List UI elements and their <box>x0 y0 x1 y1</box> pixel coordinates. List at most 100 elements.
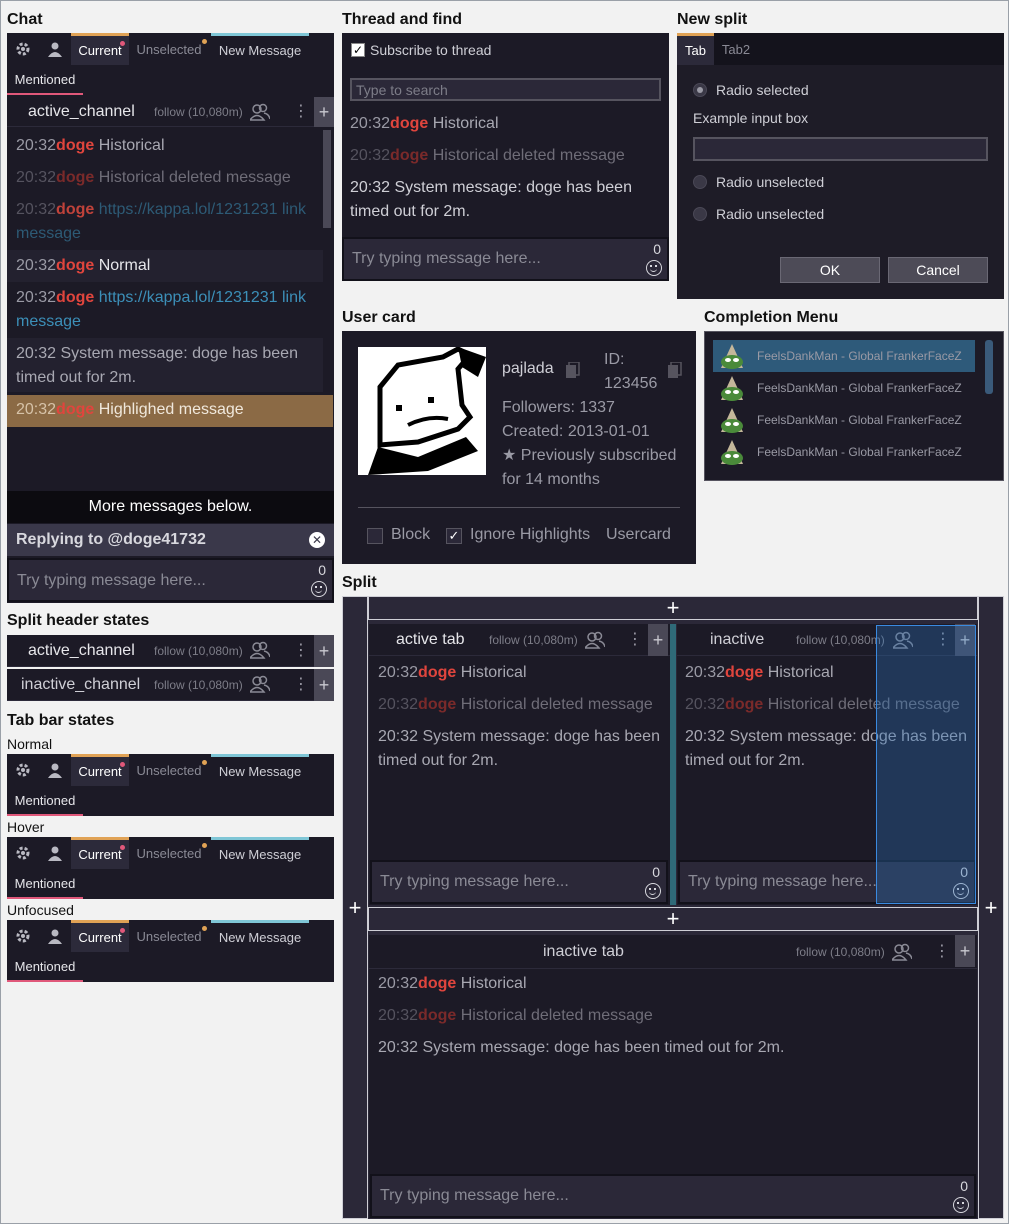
split-input[interactable]: Try typing message here... 0 <box>370 1174 976 1218</box>
add-split-button[interactable]: + <box>955 935 975 967</box>
user-icon[interactable] <box>39 754 71 786</box>
completion-item[interactable]: FeelsDankMan - Global FrankerFaceZ <box>713 340 975 372</box>
add-split-middle[interactable]: + <box>368 906 978 931</box>
tab-new-message[interactable]: New Message <box>211 33 309 65</box>
user-icon[interactable] <box>39 837 71 869</box>
example-input[interactable] <box>693 137 988 161</box>
block-checkbox[interactable] <box>367 528 383 544</box>
unread-dot <box>202 39 207 44</box>
thread-search-input[interactable]: Type to search <box>350 78 661 101</box>
moderators-icon[interactable] <box>248 675 271 698</box>
moderators-icon[interactable] <box>583 631 606 654</box>
tab-unselected[interactable]: Unselected <box>131 754 207 786</box>
channel-name[interactable]: active_channel <box>28 103 135 121</box>
channel-name[interactable]: inactive_channel <box>21 676 140 694</box>
tab-mentioned[interactable]: Mentioned <box>7 869 83 899</box>
tab-mentioned[interactable]: Mentioned <box>7 65 83 95</box>
user-stats: Followers: 1337 Created: 2013-01-01 ★ Pr… <box>502 396 676 492</box>
scrollbar-thumb[interactable] <box>323 130 331 228</box>
tab-current[interactable]: Current <box>71 33 129 65</box>
tab-new-message[interactable]: New Message <box>211 837 309 869</box>
thread-section-title: Thread and find <box>342 11 462 28</box>
ignore-highlights-checkbox[interactable]: ✓ <box>446 528 462 544</box>
subscribe-checkbox[interactable]: ✓ <box>351 43 365 57</box>
user-card-section-title: User card <box>342 309 416 326</box>
more-options-icon[interactable]: ⋮ <box>934 941 950 961</box>
radio-selected[interactable] <box>693 83 707 97</box>
message-link-historical: 20:32doge https://kappa.lol/1231231 link… <box>16 201 306 242</box>
usercard-link[interactable]: Usercard <box>606 526 671 544</box>
input-placeholder: Try typing message here... <box>17 572 206 589</box>
channel-name[interactable]: active tab <box>396 631 464 649</box>
emoji-icon[interactable] <box>645 883 661 899</box>
user-icon[interactable] <box>39 920 71 952</box>
add-split-button[interactable]: + <box>314 635 334 667</box>
tab-current[interactable]: Current <box>71 754 129 786</box>
tab-current[interactable]: Current <box>71 837 129 869</box>
radio-unselected[interactable] <box>693 207 707 221</box>
radio-unselected[interactable] <box>693 175 707 189</box>
tab-current[interactable]: Current <box>71 920 129 952</box>
tab-unselected[interactable]: Unselected <box>131 33 207 65</box>
tab-new-message[interactable]: New Message <box>211 920 309 952</box>
gear-icon[interactable] <box>7 837 39 869</box>
tab-mentioned[interactable]: Mentioned <box>7 786 83 816</box>
link[interactable]: https://kappa.lol/1231231 <box>99 201 278 218</box>
user-icon[interactable] <box>39 33 71 65</box>
gear-icon[interactable] <box>7 920 39 952</box>
close-icon[interactable]: ✕ <box>309 532 325 548</box>
radio-unselected-label: Radio unselected <box>716 206 825 222</box>
more-messages-below[interactable]: More messages below. <box>7 491 334 523</box>
avatar[interactable] <box>358 347 486 475</box>
emoji-icon[interactable] <box>646 260 662 276</box>
copy-icon[interactable] <box>668 361 682 383</box>
copy-icon[interactable] <box>566 361 580 383</box>
completion-item[interactable]: FeelsDankMan - Global FrankerFaceZ <box>713 436 975 468</box>
add-split-left[interactable]: + <box>342 596 368 1219</box>
gear-icon[interactable] <box>7 754 39 786</box>
add-split-button[interactable]: + <box>314 669 334 701</box>
more-options-icon[interactable]: ⋮ <box>293 640 309 660</box>
tab-unselected[interactable]: Unselected <box>131 920 207 952</box>
user-name[interactable]: pajlada <box>502 360 554 378</box>
more-options-icon[interactable]: ⋮ <box>293 674 309 694</box>
ok-button[interactable]: OK <box>780 257 880 283</box>
subscription-status: ★ Previously subscribed <box>502 447 677 464</box>
gear-icon[interactable] <box>7 33 39 65</box>
scrollbar-thumb[interactable] <box>985 340 993 394</box>
add-split-button[interactable]: + <box>314 97 334 127</box>
add-split-top[interactable]: + <box>368 595 978 620</box>
tab-new-message[interactable]: New Message <box>211 754 309 786</box>
completion-section-title: Completion Menu <box>704 309 839 326</box>
follow-age: follow (10,080m) <box>154 677 243 692</box>
channel-name[interactable]: active_channel <box>28 642 135 660</box>
add-split-button[interactable]: + <box>648 624 668 656</box>
tab-mentioned[interactable]: Mentioned <box>7 952 83 982</box>
channel-name[interactable]: inactive <box>710 631 764 649</box>
tab-tab2[interactable]: Tab2 <box>716 33 756 65</box>
message-link: 20:32doge https://kappa.lol/1231231 link… <box>16 289 306 330</box>
completion-item[interactable]: FeelsDankMan - Global FrankerFaceZ <box>713 372 975 404</box>
tab-tab1[interactable]: Tab <box>677 33 714 65</box>
moderators-icon[interactable] <box>248 641 271 664</box>
emoji-icon[interactable] <box>311 581 327 597</box>
message-deleted: 20:32doge Historical deleted message <box>378 696 653 713</box>
split-resize-handle[interactable] <box>670 624 676 905</box>
thread-input[interactable]: Try typing message here... 0 <box>342 237 669 281</box>
split-input[interactable]: Try typing message here... 0 <box>370 860 668 904</box>
completion-item[interactable]: FeelsDankMan - Global FrankerFaceZ <box>713 404 975 436</box>
moderators-icon[interactable] <box>248 103 271 126</box>
channel-name[interactable]: inactive tab <box>543 943 624 961</box>
moderators-icon[interactable] <box>890 943 913 966</box>
link[interactable]: https://kappa.lol/1231231 <box>99 289 278 306</box>
chat-input[interactable]: Try typing message here... 0 <box>7 558 334 602</box>
more-options-icon[interactable]: ⋮ <box>293 101 309 121</box>
tab-unselected[interactable]: Unselected <box>131 837 207 869</box>
new-split-section-title: New split <box>677 11 748 28</box>
add-split-right[interactable]: + <box>978 596 1004 1219</box>
more-options-icon[interactable]: ⋮ <box>627 629 643 649</box>
split-header: inactive tab follow (10,080m) ⋮ + <box>369 935 977 969</box>
message-system: 20:32 System message: doge has been timed… <box>16 345 298 386</box>
emoji-icon[interactable] <box>953 1197 969 1213</box>
cancel-button[interactable]: Cancel <box>888 257 988 283</box>
